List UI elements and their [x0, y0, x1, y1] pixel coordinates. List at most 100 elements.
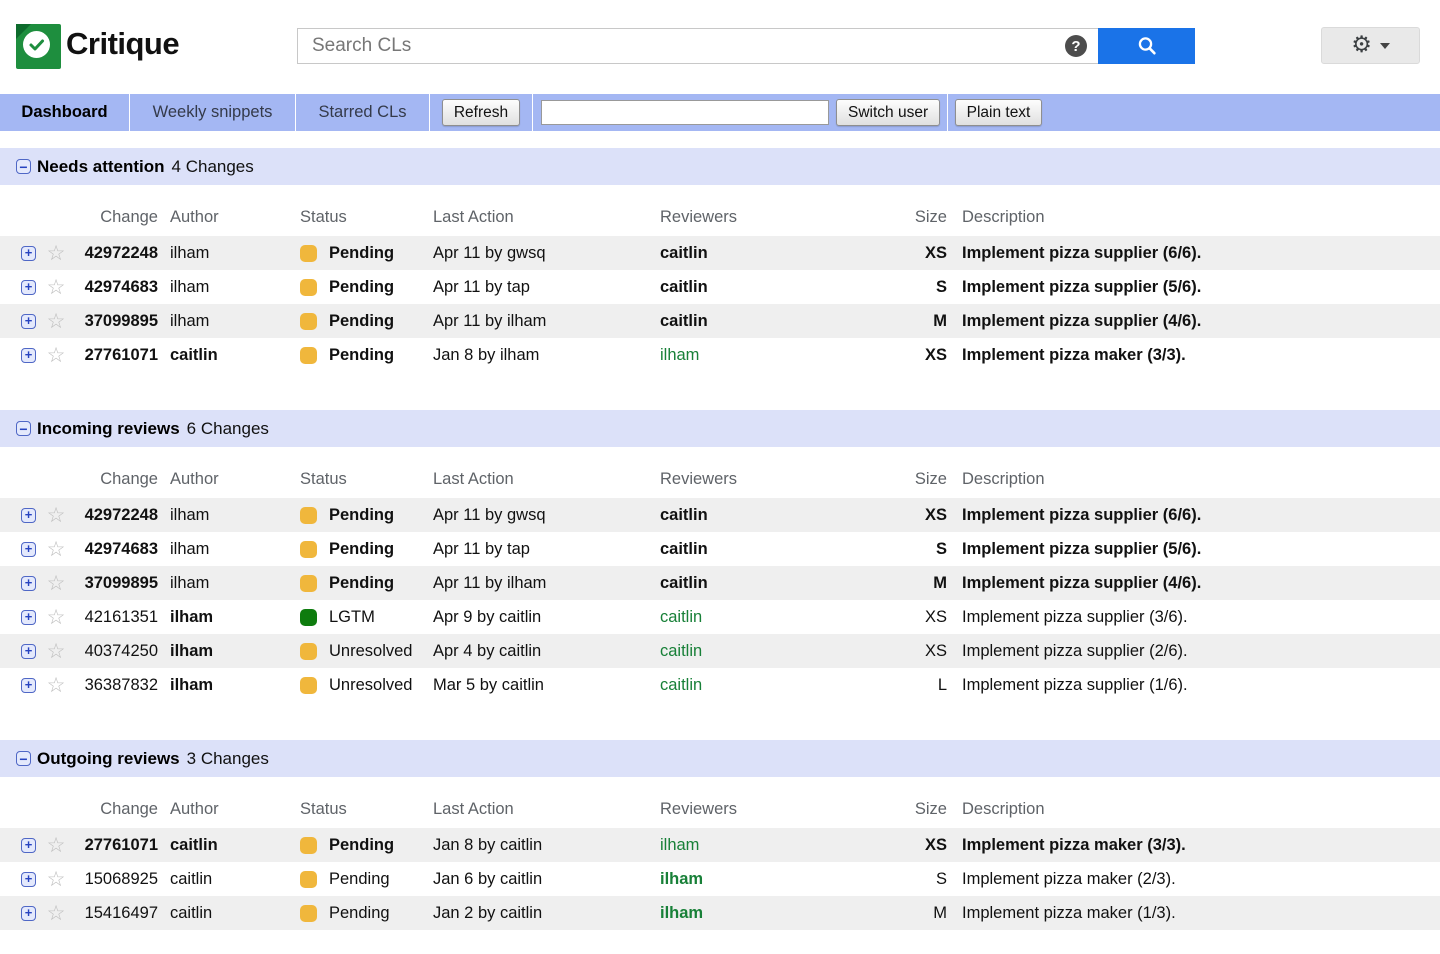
table-row: ☆ 37099895 ilham Pending Apr 11 by ilham…: [0, 304, 1440, 338]
description-link[interactable]: Implement pizza supplier (5/6).: [947, 278, 1440, 297]
description-link[interactable]: Implement pizza supplier (2/6).: [947, 642, 1440, 661]
star-icon[interactable]: ☆: [42, 243, 70, 264]
expand-icon[interactable]: [21, 906, 36, 921]
status-label: Pending: [329, 904, 390, 923]
expand-cell: [0, 348, 42, 363]
description-link[interactable]: Implement pizza supplier (4/6).: [947, 312, 1440, 331]
tab-dashboard[interactable]: Dashboard: [0, 94, 130, 131]
expand-icon[interactable]: [21, 644, 36, 659]
change-number[interactable]: 42974683: [70, 540, 158, 559]
expand-icon[interactable]: [21, 508, 36, 523]
change-number[interactable]: 42161351: [70, 608, 158, 627]
star-icon[interactable]: ☆: [42, 311, 70, 332]
status-chip: [300, 643, 317, 660]
expand-cell: [0, 872, 42, 887]
star-icon[interactable]: ☆: [42, 573, 70, 594]
description-link[interactable]: Implement pizza supplier (5/6).: [947, 540, 1440, 559]
collapse-icon[interactable]: [16, 751, 31, 766]
table-row: ☆ 15416497 caitlin Pending Jan 2 by cait…: [0, 896, 1440, 930]
description-link[interactable]: Implement pizza supplier (6/6).: [947, 244, 1440, 263]
switch-user-input[interactable]: [541, 100, 829, 125]
search-bar: ?: [297, 28, 1195, 64]
collapse-icon[interactable]: [16, 159, 31, 174]
search-input[interactable]: [297, 28, 1098, 64]
star-icon[interactable]: ☆: [42, 345, 70, 366]
description-link[interactable]: Implement pizza maker (3/3).: [947, 346, 1440, 365]
refresh-button[interactable]: Refresh: [442, 99, 520, 126]
size: XS: [868, 608, 947, 627]
section-incoming-reviews: Incoming reviews 6 Changes Change Author…: [0, 410, 1440, 702]
status-cell: Unresolved: [288, 642, 421, 661]
expand-icon[interactable]: [21, 872, 36, 887]
reviewer: caitlin: [648, 506, 868, 525]
column-change: Change: [70, 800, 158, 819]
tab-weekly-snippets[interactable]: Weekly snippets: [130, 94, 296, 131]
column-last-action: Last Action: [421, 208, 648, 227]
tab-starred-cls[interactable]: Starred CLs: [296, 94, 430, 131]
search-button[interactable]: [1098, 28, 1195, 64]
description-link[interactable]: Implement pizza maker (1/3).: [947, 904, 1440, 923]
expand-icon[interactable]: [21, 838, 36, 853]
settings-button[interactable]: ⚙: [1321, 27, 1420, 64]
change-number[interactable]: 15416497: [70, 904, 158, 923]
expand-cell: [0, 678, 42, 693]
status-cell: Pending: [288, 870, 421, 889]
star-icon[interactable]: ☆: [42, 641, 70, 662]
star-icon[interactable]: ☆: [42, 277, 70, 298]
change-number[interactable]: 40374250: [70, 642, 158, 661]
collapse-icon[interactable]: [16, 421, 31, 436]
description-link[interactable]: Implement pizza supplier (1/6).: [947, 676, 1440, 695]
expand-icon[interactable]: [21, 246, 36, 261]
table-row: ☆ 27761071 caitlin Pending Jan 8 by cait…: [0, 828, 1440, 862]
change-number[interactable]: 42972248: [70, 244, 158, 263]
last-action: Jan 8 by caitlin: [421, 836, 648, 855]
section-count: 6 Changes: [187, 419, 269, 439]
size: XS: [868, 244, 947, 263]
expand-icon[interactable]: [21, 576, 36, 591]
star-icon[interactable]: ☆: [42, 835, 70, 856]
expand-icon[interactable]: [21, 348, 36, 363]
size: XS: [868, 642, 947, 661]
change-number[interactable]: 42972248: [70, 506, 158, 525]
status-cell: Pending: [288, 540, 421, 559]
change-number[interactable]: 27761071: [70, 346, 158, 365]
change-number[interactable]: 37099895: [70, 574, 158, 593]
star-icon[interactable]: ☆: [42, 903, 70, 924]
status-label: Pending: [329, 836, 394, 855]
column-reviewers: Reviewers: [648, 470, 868, 489]
plain-text-button[interactable]: Plain text: [955, 99, 1043, 126]
change-number[interactable]: 42974683: [70, 278, 158, 297]
table-row: ☆ 42972248 ilham Pending Apr 11 by gwsq …: [0, 236, 1440, 270]
expand-icon[interactable]: [21, 314, 36, 329]
expand-icon[interactable]: [21, 542, 36, 557]
star-icon[interactable]: ☆: [42, 869, 70, 890]
description-link[interactable]: Implement pizza supplier (3/6).: [947, 608, 1440, 627]
help-icon[interactable]: ?: [1065, 35, 1087, 57]
expand-cell: [0, 280, 42, 295]
star-icon[interactable]: ☆: [42, 505, 70, 526]
star-icon[interactable]: ☆: [42, 539, 70, 560]
expand-icon[interactable]: [21, 280, 36, 295]
column-status: Status: [288, 800, 421, 819]
change-number[interactable]: 37099895: [70, 312, 158, 331]
description-link[interactable]: Implement pizza maker (3/3).: [947, 836, 1440, 855]
reviewer: ilham: [648, 904, 868, 923]
expand-icon[interactable]: [21, 678, 36, 693]
section-header: Incoming reviews 6 Changes: [0, 410, 1440, 447]
star-icon[interactable]: ☆: [42, 675, 70, 696]
top-bar: Critique ? ⚙: [0, 0, 1440, 94]
description-link[interactable]: Implement pizza supplier (4/6).: [947, 574, 1440, 593]
change-number[interactable]: 15068925: [70, 870, 158, 889]
expand-icon[interactable]: [21, 610, 36, 625]
description-link[interactable]: Implement pizza supplier (6/6).: [947, 506, 1440, 525]
column-description: Description: [947, 470, 1440, 489]
description-link[interactable]: Implement pizza maker (2/3).: [947, 870, 1440, 889]
switch-user-button[interactable]: Switch user: [836, 99, 940, 126]
status-cell: Pending: [288, 836, 421, 855]
status-chip: [300, 507, 317, 524]
star-icon[interactable]: ☆: [42, 607, 70, 628]
section-header: Outgoing reviews 3 Changes: [0, 740, 1440, 777]
change-number[interactable]: 36387832: [70, 676, 158, 695]
plain-text-cell: Plain text: [948, 94, 1049, 131]
change-number[interactable]: 27761071: [70, 836, 158, 855]
